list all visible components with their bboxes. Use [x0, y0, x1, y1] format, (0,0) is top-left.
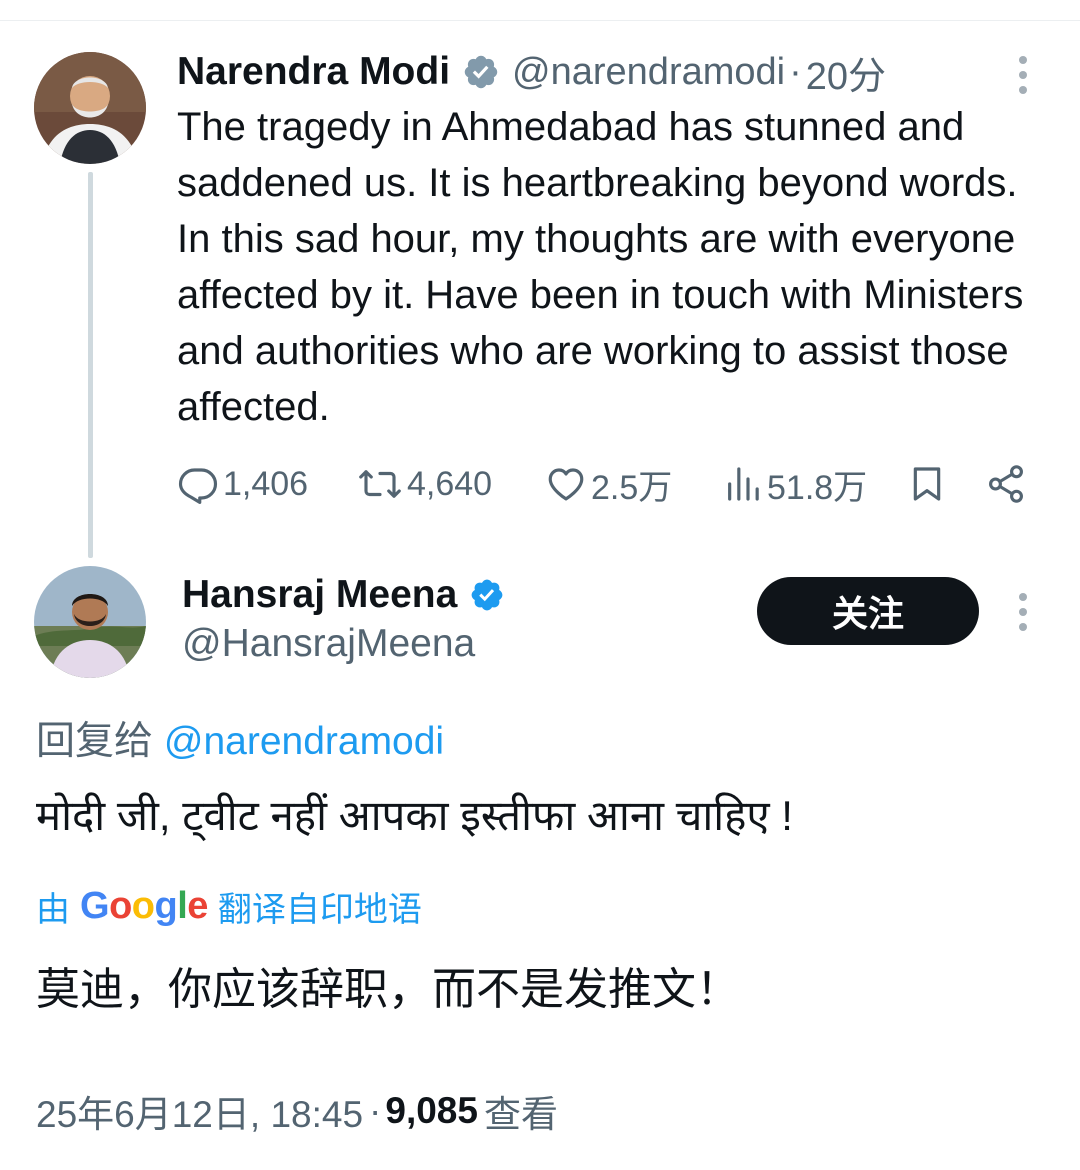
verified-badge-icon [469, 577, 505, 613]
heart-icon [545, 463, 587, 505]
replying-to-prefix: 回复给 [36, 720, 154, 763]
repost-button[interactable]: 4,640 [357, 458, 492, 510]
top-divider [0, 20, 1080, 21]
parent-author-avatar[interactable] [34, 52, 146, 164]
header-separator: · [789, 50, 802, 93]
views-count: 9,085 [385, 1090, 478, 1131]
share-icon [985, 463, 1027, 505]
views-button[interactable]: 51.8万 [723, 458, 867, 510]
view-count: 51.8万 [767, 468, 868, 507]
reply-button[interactable]: 1,406 [177, 458, 308, 510]
parent-tweet-actions: 1,406 4,640 2.5万 51.8万 [177, 458, 1037, 510]
reply-count: 1,406 [223, 464, 309, 503]
translation-attribution[interactable]: 由 Google 翻译自印地语 [36, 880, 422, 932]
meta-separator: · [369, 1090, 382, 1131]
more-options-icon[interactable] [1017, 593, 1029, 631]
translate-suffix: 翻译自印地语 [217, 890, 422, 929]
follow-button[interactable]: 关注 [757, 577, 979, 645]
reply-author-name[interactable]: Hansraj Meena [182, 573, 457, 617]
reply-tweet-header: Hansraj Meena [182, 570, 505, 620]
reply-author-avatar[interactable] [34, 566, 146, 678]
tweet-timestamp[interactable]: 25年6月12日, 18:45 [36, 1084, 363, 1138]
parent-tweet-text: The tragedy in Ahmedabad has stunned and… [177, 105, 1024, 429]
more-options-icon[interactable] [1017, 56, 1029, 94]
parent-author-name[interactable]: Narendra Modi [177, 50, 450, 94]
translate-prefix: 由 [36, 890, 70, 929]
translated-text: 莫迪，你应该辞职，而不是发推文！ [36, 965, 740, 1014]
replying-to-line: 回复给 @narendramodi [36, 710, 444, 766]
google-logo: Google [80, 884, 208, 927]
replying-to-mention[interactable]: @narendramodi [164, 720, 444, 763]
thread-connector-line [88, 172, 93, 558]
views-label: 查看 [483, 1094, 558, 1135]
share-button[interactable] [985, 458, 1027, 510]
tweet-meta: 25年6月12日, 18:45 · 9,085 查看 [36, 1084, 558, 1138]
reply-author-handle[interactable]: @HansrajMeena [182, 622, 475, 666]
verified-badge-icon [462, 53, 500, 91]
like-count: 2.5万 [591, 468, 673, 507]
repost-icon [357, 463, 403, 505]
parent-tweet-time[interactable]: 20分 [806, 45, 886, 100]
reply-icon [177, 463, 219, 505]
like-button[interactable]: 2.5万 [545, 458, 672, 510]
analytics-icon [723, 463, 763, 505]
bookmark-icon [907, 463, 947, 505]
repost-count: 4,640 [407, 464, 493, 503]
bookmark-button[interactable] [907, 458, 947, 510]
reply-tweet-text: मोदी जी, ट्वीट नहीं आपका इस्तीफा आना चाह… [36, 792, 793, 839]
parent-author-handle[interactable]: @narendramodi [512, 51, 785, 94]
parent-tweet-header: Narendra Modi @narendramodi · 20分 [177, 44, 886, 100]
